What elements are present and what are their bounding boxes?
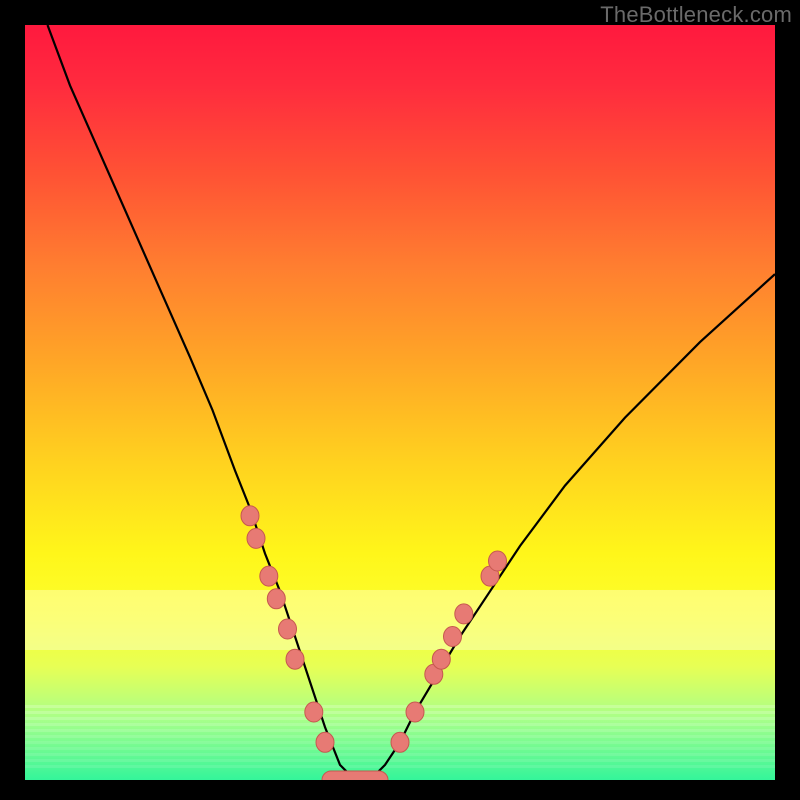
bottleneck-curve (48, 25, 776, 780)
marker-dot (406, 702, 424, 722)
marker-dot (489, 551, 507, 571)
bottleneck-plot (25, 25, 775, 780)
marker-dot (267, 589, 285, 609)
marker-dot (279, 619, 297, 639)
marker-dot (241, 506, 259, 526)
marker-dot (391, 732, 409, 752)
watermark-text: TheBottleneck.com (600, 2, 792, 28)
data-markers (241, 506, 507, 780)
marker-pill (322, 771, 388, 780)
marker-dot (247, 528, 265, 548)
marker-dot (286, 649, 304, 669)
marker-dot (305, 702, 323, 722)
marker-dot (444, 627, 462, 647)
marker-dot (260, 566, 278, 586)
marker-dot (455, 604, 473, 624)
marker-dot (432, 649, 450, 669)
marker-dot (316, 732, 334, 752)
